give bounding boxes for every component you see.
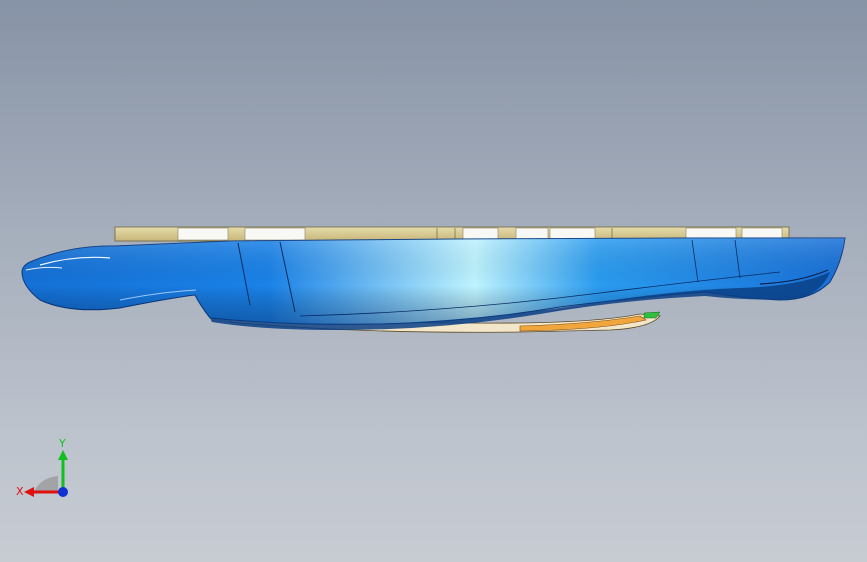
3d-viewport[interactable]: Y X	[0, 0, 867, 562]
x-axis-arrow	[24, 487, 34, 497]
y-axis-arrow	[58, 450, 68, 460]
triad-plane-indicator	[34, 476, 58, 492]
z-axis-dot	[58, 487, 68, 497]
x-axis-label: X	[16, 485, 24, 498]
y-axis-label: Y	[59, 437, 66, 450]
axis-triad: Y X	[10, 437, 80, 510]
3d-model-side-view[interactable]	[0, 0, 867, 562]
main-blue-body	[21, 237, 846, 330]
axis-triad-graphic	[24, 450, 68, 497]
